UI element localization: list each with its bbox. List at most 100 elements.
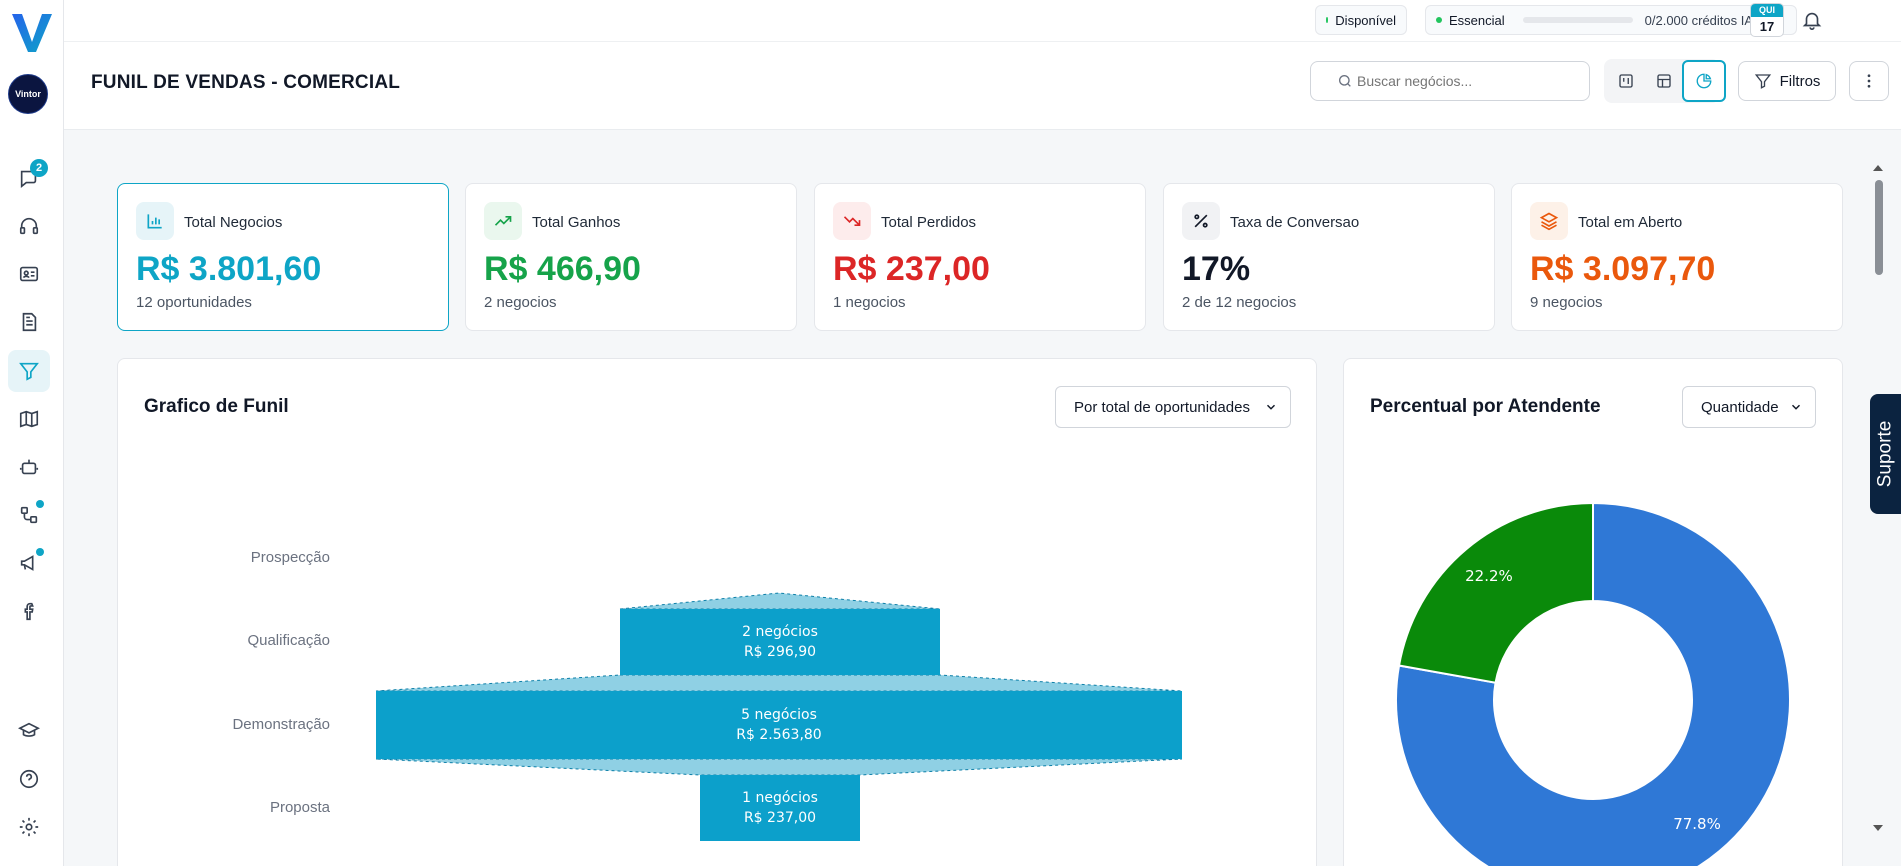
funnel-bar-value: R$ 296,90	[743, 644, 817, 660]
bell-icon[interactable]	[1801, 9, 1823, 31]
document-icon	[22, 312, 37, 332]
card-total-ganhos[interactable]: Total Ganhos R$ 466,90 2 negocios	[465, 183, 797, 331]
suporte-label: Suporte	[1874, 420, 1896, 488]
funnel-bar-proposta[interactable]: 1 negócios R$ 237,00	[700, 775, 860, 841]
search-box[interactable]	[1310, 61, 1590, 101]
donut-slice-label: 77.8%	[1673, 815, 1721, 833]
view-toggle-group	[1604, 59, 1726, 103]
plan-dot	[1436, 17, 1442, 23]
funnel-icon	[19, 362, 39, 381]
card-label: Taxa de Conversao	[1230, 214, 1360, 231]
funnel-bar-value: R$ 2.563,80	[736, 727, 822, 743]
megaphone-icon	[20, 555, 34, 571]
funnel-bar-count: 2 negócios	[742, 624, 818, 640]
card-total-negocios[interactable]: Total Negocios R$ 3.801,60 12 oportunida…	[117, 183, 449, 331]
card-value: R$ 3.801,60	[136, 250, 322, 288]
help-circle-icon	[19, 769, 39, 789]
calendar-day: 17	[1759, 19, 1775, 34]
table-view-button[interactable]	[1646, 63, 1682, 99]
scroll-thumb[interactable]	[1875, 180, 1883, 275]
funnel-stage-label: Demonstração	[232, 716, 330, 733]
scroll-up-arrow[interactable]	[1872, 162, 1884, 172]
graduation-cap-icon	[18, 722, 40, 737]
funnel-connector-2	[375, 674, 1183, 692]
sidebar-item-documents[interactable]	[8, 301, 50, 343]
sidebar-item-academy[interactable]	[8, 710, 50, 752]
kanban-icon	[1619, 74, 1633, 88]
credits-progress-bar	[1522, 17, 1633, 23]
card-value: R$ 3.097,70	[1530, 250, 1716, 288]
sidebar-item-contacts[interactable]	[8, 253, 50, 295]
filters-label: Filtros	[1779, 72, 1821, 90]
dashboard-view-button[interactable]	[1682, 60, 1726, 102]
funnel-bar-demonstracao[interactable]: 5 negócios R$ 2.563,80	[376, 691, 1182, 759]
app-logo[interactable]	[8, 8, 56, 58]
scroll-down-arrow[interactable]	[1872, 824, 1884, 834]
card-value: R$ 237,00	[833, 250, 990, 288]
sidebar-item-integrations[interactable]	[8, 494, 50, 536]
funnel-bar-count: 1 negócios	[742, 790, 818, 806]
page-title: FUNIL DE VENDAS - COMERCIAL	[91, 72, 401, 93]
status-pill[interactable]: Disponível	[1315, 5, 1407, 35]
sidebar-item-campaigns[interactable]	[8, 542, 50, 584]
donut-slice-label: 22.2%	[1465, 567, 1513, 585]
trending-down-icon	[833, 202, 871, 240]
atendente-panel: Percentual por Atendente Quantidade 77.8…	[1343, 358, 1843, 866]
funnel-stage-label: Proposta	[269, 799, 330, 816]
funnel-stage-label: Qualificação	[247, 632, 330, 649]
trending-up-icon	[484, 202, 522, 240]
avatar[interactable]: Vintor	[8, 74, 48, 114]
sidebar-item-funnel[interactable]	[8, 350, 50, 392]
sidebar-item-chat[interactable]: 2	[8, 157, 50, 199]
contact-card-icon	[19, 266, 39, 282]
card-total-aberto[interactable]: Total em Aberto R$ 3.097,70 9 negocios	[1511, 183, 1843, 331]
card-taxa-conversao[interactable]: Taxa de Conversao 17% 2 de 12 negocios	[1163, 183, 1495, 331]
percent-icon	[1182, 202, 1220, 240]
filters-button[interactable]: Filtros	[1738, 61, 1836, 101]
plan-credits-pill[interactable]: Essencial 0/2.000 créditos IA · 0%	[1425, 5, 1797, 35]
card-total-perdidos[interactable]: Total Perdidos R$ 237,00 1 negocios	[814, 183, 1146, 331]
card-subtext: 1 negocios	[833, 294, 906, 311]
card-label: Total Perdidos	[881, 214, 977, 231]
headset-icon	[19, 217, 39, 235]
calendar-date[interactable]: QUI 17	[1750, 3, 1784, 37]
calendar-month: QUI	[1751, 4, 1783, 17]
funnel-panel: Grafico de Funil Por total de oportunida…	[117, 358, 1317, 866]
funnel-connector-1	[619, 592, 941, 610]
sidebar: Vintor 2	[0, 0, 64, 866]
sidebar-item-facebook[interactable]	[8, 590, 50, 632]
status-text: Disponível	[1335, 12, 1396, 28]
facebook-icon	[24, 602, 34, 621]
card-value: 17%	[1182, 250, 1251, 288]
plan-text: Essencial	[1449, 12, 1505, 28]
funnel-bar-count: 5 negócios	[741, 707, 817, 723]
donut-chart: 77.8% 22.2%	[1395, 501, 1791, 866]
sidebar-item-help[interactable]	[8, 758, 50, 800]
avatar-text: Vintor	[15, 89, 41, 99]
suporte-tab[interactable]: Suporte	[1870, 394, 1901, 514]
funnel-bar-value: R$ 237,00	[743, 810, 817, 826]
card-label: Total Negocios	[184, 214, 283, 231]
more-options-button[interactable]	[1849, 61, 1889, 101]
funnel-connector-3	[375, 758, 1183, 776]
donut-slice[interactable]	[1397, 501, 1594, 684]
sidebar-item-support[interactable]	[8, 205, 50, 247]
card-label: Total em Aberto	[1578, 214, 1683, 231]
search-input[interactable]	[1357, 73, 1577, 89]
card-subtext: 2 de 12 negocios	[1182, 294, 1297, 311]
pie-chart-icon	[1696, 73, 1712, 89]
table-icon	[1657, 74, 1671, 88]
card-subtext: 2 negocios	[484, 294, 557, 311]
sidebar-item-map[interactable]	[8, 398, 50, 440]
more-vertical-icon	[1867, 74, 1871, 88]
chat-badge: 2	[30, 159, 48, 177]
layers-icon	[1530, 202, 1568, 240]
filter-icon	[1754, 74, 1771, 89]
sidebar-item-bot[interactable]	[8, 446, 50, 488]
card-label: Total Ganhos	[532, 214, 621, 231]
funnel-bar-qualificacao[interactable]: 2 negócios R$ 296,90	[620, 609, 940, 675]
workflow-icon	[20, 506, 38, 524]
kanban-view-button[interactable]	[1608, 63, 1644, 99]
sidebar-item-settings[interactable]	[8, 806, 50, 848]
search-icon	[1339, 75, 1351, 87]
